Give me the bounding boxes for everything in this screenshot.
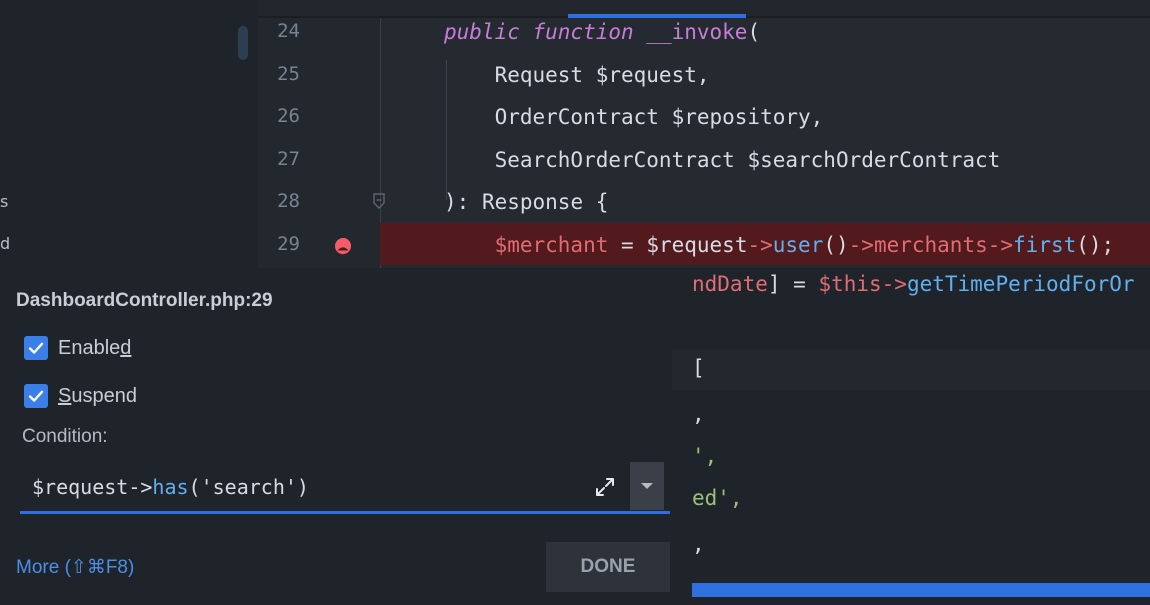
- code-token: ',: [692, 444, 718, 468]
- project-panel-scrollbar[interactable]: [238, 26, 248, 60]
- condition-history-dropdown-button[interactable]: [630, 462, 664, 510]
- code-token: $request: [595, 62, 697, 87]
- code-token: getTimePeriodForOr: [906, 272, 1135, 296]
- enabled-checkbox[interactable]: [24, 336, 48, 360]
- code-line[interactable]: 25 Request $request,: [258, 53, 1150, 95]
- code-token: ed',: [692, 486, 743, 510]
- code-fragment-line: ,: [692, 402, 705, 426]
- code-token: $repository: [671, 105, 811, 130]
- code-token: (: [747, 20, 761, 44]
- project-panel-text-fragment: d: [0, 234, 11, 253]
- suspend-label: Suspend: [58, 384, 137, 407]
- code-token: ->: [747, 233, 773, 257]
- code-text: $merchant = $request->user()->merchants-…: [444, 233, 1115, 257]
- suspend-checkbox[interactable]: [24, 384, 48, 408]
- code-token: Request: [444, 62, 596, 87]
- code-token: $merchant: [444, 233, 609, 257]
- code-text: public function __invoke(: [444, 20, 760, 44]
- code-fragment-line: ',: [692, 444, 717, 468]
- line-number: 28: [277, 190, 300, 213]
- code-token: has: [152, 475, 189, 499]
- code-token: first: [1013, 233, 1077, 257]
- code-token: SearchOrderContract: [444, 147, 748, 172]
- code-token: __invoke: [646, 20, 748, 44]
- code-token: [: [692, 356, 705, 380]
- code-highlight-block: [672, 350, 1150, 390]
- code-text: SearchOrderContract $searchOrderContract: [444, 147, 1001, 172]
- code-token: ->: [881, 272, 907, 296]
- condition-input[interactable]: $request->has('search'): [20, 462, 670, 514]
- code-token: ,: [692, 532, 705, 556]
- enabled-checkbox-row[interactable]: Enabled: [24, 335, 131, 361]
- code-token: {: [595, 190, 609, 215]
- breakpoint-settings-popup: DashboardController.php:29 Enabled Suspe…: [0, 268, 672, 605]
- code-text: Request $request,: [444, 63, 710, 87]
- done-button[interactable]: DONE: [546, 542, 670, 592]
- code-token: $this: [818, 272, 882, 296]
- code-fragment-line: ndDate] = $this->getTimePeriodForOr: [692, 272, 1135, 296]
- suspend-checkbox-row[interactable]: Suspend: [24, 383, 137, 409]
- code-fragment-line: [: [692, 356, 705, 380]
- code-token: (): [823, 233, 849, 257]
- code-text: ): Response {: [444, 190, 608, 214]
- code-editor-continuation[interactable]: [672, 268, 1150, 605]
- condition-expression[interactable]: $request->has('search'): [32, 475, 309, 499]
- checkmark-icon: [28, 342, 44, 354]
- checkmark-icon: [28, 390, 44, 402]
- project-panel-text-fragment: s: [0, 192, 9, 211]
- condition-label: Condition:: [22, 426, 108, 447]
- expand-icon[interactable]: [594, 476, 616, 498]
- code-token: =: [608, 233, 647, 257]
- code-token: $request: [32, 475, 129, 499]
- code-token: ] =: [767, 272, 819, 296]
- line-number: 25: [277, 62, 300, 85]
- chevron-down-icon: [641, 483, 653, 489]
- more-options-link[interactable]: More (⇧⌘F8): [16, 556, 134, 579]
- code-token: public function: [444, 20, 647, 44]
- code-line[interactable]: 24 public function __invoke(: [258, 10, 1150, 52]
- fold-marker-icon[interactable]: [372, 192, 386, 210]
- code-line[interactable]: 27 SearchOrderContract $searchOrderContr…: [258, 138, 1150, 180]
- breakpoint-icon[interactable]: [334, 237, 352, 255]
- code-token: $request: [646, 233, 748, 257]
- code-line[interactable]: 26 OrderContract $repository,: [258, 95, 1150, 137]
- code-token: $searchOrderContract: [747, 147, 1001, 172]
- code-token: OrderContract: [444, 105, 672, 130]
- code-line[interactable]: 28): Response {: [258, 180, 1150, 222]
- line-number: 26: [277, 105, 300, 128]
- code-token: ();: [1076, 233, 1115, 257]
- code-token: ('search'): [188, 475, 309, 499]
- code-token: Response: [481, 190, 596, 215]
- code-token: ->: [128, 475, 153, 499]
- code-token: ,: [696, 62, 710, 87]
- line-number: 27: [277, 147, 300, 170]
- breakpoint-location-title: DashboardController.php:29: [16, 290, 273, 311]
- code-fragment-line: ,: [692, 532, 705, 556]
- line-number: 29: [277, 233, 300, 255]
- code-fragment-line: ed',: [692, 486, 743, 510]
- code-token: ,: [810, 105, 824, 130]
- code-line-breakpoint[interactable]: 29 $merchant = $request->user()->merchan…: [258, 223, 1150, 265]
- code-token: user: [772, 233, 824, 257]
- line-number: 24: [277, 20, 300, 42]
- project-panel: [0, 0, 258, 268]
- code-token: merchants: [873, 233, 988, 257]
- code-token: ndDate: [692, 272, 768, 296]
- code-token: ->: [987, 233, 1014, 257]
- indent-guide: [446, 60, 447, 200]
- code-token: ->: [848, 233, 874, 257]
- editor-horizontal-scrollbar[interactable]: [692, 583, 1150, 597]
- enabled-label: Enabled: [58, 336, 132, 359]
- code-token: ):: [444, 190, 482, 215]
- code-token: ,: [692, 402, 705, 426]
- code-text: OrderContract $repository,: [444, 105, 824, 130]
